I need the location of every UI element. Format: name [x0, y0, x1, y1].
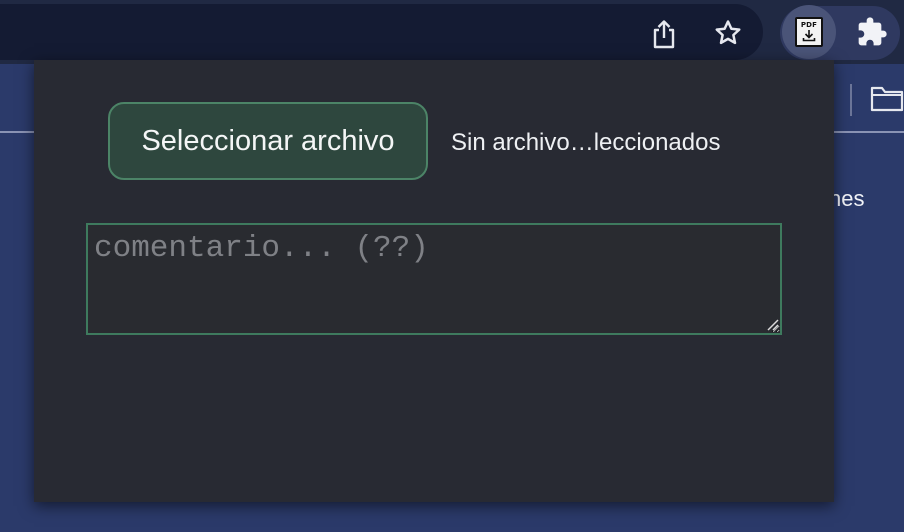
select-file-button[interactable]: Seleccionar archivo — [108, 102, 428, 180]
browser-window: PDF nes Seleccionar archivo Sin archivo…… — [0, 0, 904, 532]
pdf-download-icon: PDF — [795, 17, 823, 47]
pdf-extension-button[interactable]: PDF — [782, 5, 836, 59]
puzzle-icon[interactable] — [852, 12, 892, 52]
folder-icon[interactable] — [870, 84, 904, 117]
extension-popup: Seleccionar archivo Sin archivo…lecciona… — [34, 60, 834, 502]
browser-toolbar: PDF — [0, 0, 904, 64]
file-status-text: Sin archivo…leccionados — [451, 129, 721, 156]
share-icon[interactable] — [644, 14, 684, 54]
page-text-fragment: nes — [829, 186, 865, 211]
comment-textarea[interactable] — [86, 223, 782, 335]
bookmarks-divider — [850, 84, 852, 116]
pdf-icon-label: PDF — [800, 21, 818, 29]
star-icon[interactable] — [708, 13, 748, 53]
